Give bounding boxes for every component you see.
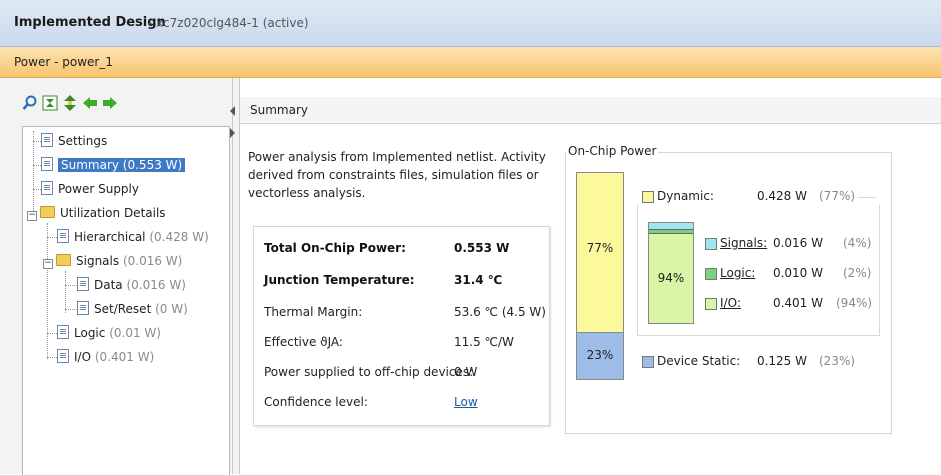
static-bar-segment: 23% [577,332,623,379]
io-percent: (94%) [836,296,873,310]
collapse-toggle-icon[interactable]: − [43,259,53,269]
static-swatch [642,356,654,368]
off-chip-power-label: Power supplied to off-chip devices: [264,365,474,379]
total-power-label: Total On-Chip Power: [264,241,406,255]
logic-percent: (2%) [843,266,872,280]
dynamic-label: Dynamic: [657,189,714,203]
document-icon [77,277,89,291]
logic-value: 0.010 W [772,266,823,280]
tree-item-signals[interactable]: − Signals (0.016 W) [43,251,182,271]
effective-theta-ja-label: Effective ϑJA: [264,335,343,349]
io-link[interactable]: I/O: [720,296,741,310]
tree-item-hierarchical[interactable]: Hierarchical (0.428 W) [57,227,209,247]
summary-header: Summary [240,97,941,124]
dynamic-breakdown-bar: 94% [648,222,694,324]
document-icon [41,157,53,171]
tree-item-settings[interactable]: Settings [41,131,107,151]
tab-power[interactable]: Power - power_1 [14,55,113,69]
confidence-level-link[interactable]: Low [454,395,478,409]
thermal-margin-label: Thermal Margin: [264,305,363,319]
tree-item-utilization-details[interactable]: − Utilization Details [27,203,166,223]
device-static-value: 0.125 W [756,354,807,368]
dynamic-value: 0.428 W [756,189,807,203]
total-power-value: 0.553 W [454,241,510,255]
io-swatch [705,298,717,310]
window-subtitle: - xc7z020clg484-1 (active) [148,16,309,30]
off-chip-power-value: 0 W [454,365,478,379]
logic-link[interactable]: Logic: [720,266,755,280]
junction-temp-label: Junction Temperature: [264,273,415,287]
collapse-left-icon[interactable] [230,106,235,116]
junction-temp-value: 31.4 ℃ [454,273,503,287]
signals-link[interactable]: Signals: [720,236,767,250]
io-value: 0.401 W [772,296,823,310]
confidence-level-label: Confidence level: [264,395,368,409]
expand-all-icon[interactable] [62,94,78,112]
window-titlebar: Implemented Design - xc7z020clg484-1 (ac… [0,0,941,47]
document-icon [57,229,69,243]
forward-arrow-icon[interactable] [102,94,118,112]
on-chip-power-title: On-Chip Power [566,144,659,158]
document-icon [41,133,53,147]
logic-swatch [705,268,717,280]
document-icon [57,325,69,339]
power-stacked-bar: 77% 23% [576,172,624,380]
signals-percent: (4%) [843,236,872,250]
window-title: Implemented Design [14,15,166,30]
summary-title: Summary [250,103,308,117]
collapse-toggle-icon[interactable]: − [27,211,37,221]
tree-item-logic[interactable]: Logic (0.01 W) [57,323,161,343]
document-icon [77,301,89,315]
tree-item-set-reset[interactable]: Set/Reset (0 W) [77,299,188,319]
document-icon [57,349,69,363]
folder-icon [40,206,55,218]
thermal-margin-value: 53.6 ℃ (4.5 W) [454,305,546,319]
search-icon[interactable] [22,94,38,112]
device-static-label: Device Static: [657,354,741,368]
dynamic-bar-segment: 77% [577,173,623,332]
summary-tree: Settings Summary (0.553 W) Power Supply … [22,126,230,475]
signals-swatch [705,238,717,250]
effective-theta-ja-value: 11.5 ℃/W [454,335,514,349]
signals-value: 0.016 W [772,236,823,250]
left-panel: Settings Summary (0.553 W) Power Supply … [0,78,233,475]
tree-item-io[interactable]: I/O (0.401 W) [57,347,154,367]
dynamic-swatch [642,191,654,203]
power-tab-bar[interactable]: Power - power_1 [0,47,941,78]
io-percent-label: 94% [657,271,685,285]
device-static-percent: (23%) [819,354,856,368]
document-icon [41,181,53,195]
dynamic-percent: (77%) [819,189,856,203]
collapse-all-icon[interactable] [42,94,58,112]
dynamic-percent-label: 77% [586,241,614,255]
static-percent-label: 23% [586,348,614,362]
tree-item-data[interactable]: Data (0.016 W) [77,275,186,295]
tree-item-power-supply[interactable]: Power Supply [41,179,139,199]
folder-icon [56,254,71,266]
power-summary-table: Total On-Chip Power: 0.553 W Junction Te… [253,226,550,426]
tree-item-summary[interactable]: Summary (0.553 W) [41,155,186,175]
back-arrow-icon[interactable] [82,94,98,112]
io-bar-segment: 94% [649,233,693,323]
analysis-description: Power analysis from Implemented netlist.… [248,150,546,200]
expand-right-icon[interactable] [230,128,235,138]
